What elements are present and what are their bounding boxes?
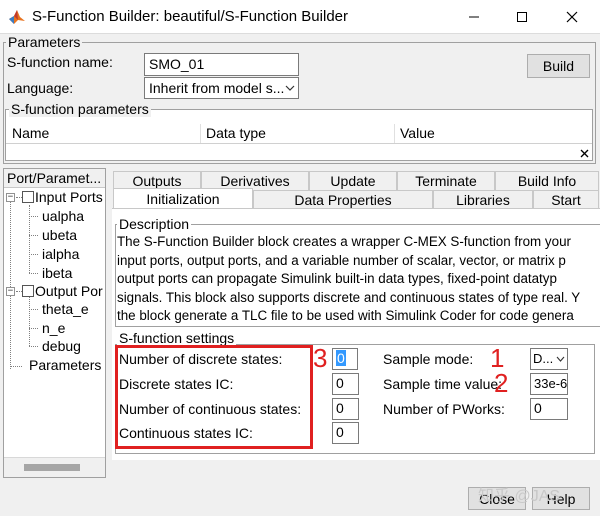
collapse-icon[interactable]: − <box>6 193 15 202</box>
tree-line <box>10 366 22 367</box>
language-select[interactable]: Inherit from model s... <box>144 77 299 99</box>
chevron-down-icon <box>285 85 295 91</box>
port-panel-header: Port/Paramet... <box>4 169 105 188</box>
tab-start[interactable]: Start <box>533 190 599 209</box>
tab-terminate[interactable]: Terminate <box>397 171 495 190</box>
port-panel-title: Port/Paramet... <box>7 170 102 186</box>
build-button[interactable]: Build <box>527 54 590 78</box>
tree-item-output-port[interactable]: theta_e <box>42 300 89 318</box>
remove-icon[interactable] <box>580 149 589 158</box>
sfunction-name-input[interactable]: SMO_01 <box>144 53 299 76</box>
tree-line <box>29 235 38 236</box>
tab-data-properties[interactable]: Data Properties <box>253 190 433 209</box>
matlab-logo-icon <box>9 10 25 24</box>
maximize-icon <box>517 12 527 22</box>
num-discrete-states-value: 0 <box>336 350 346 366</box>
sample-mode-label: Sample mode: <box>383 351 474 367</box>
annotation-box <box>115 345 313 449</box>
tree-item-output-port[interactable]: n_e <box>42 319 65 337</box>
column-header-value[interactable]: Value <box>400 125 435 142</box>
description-line: input ports, output ports, and a variabl… <box>117 252 566 268</box>
tree-line <box>29 328 38 329</box>
minimize-icon <box>469 16 479 18</box>
tab-update[interactable]: Update <box>309 171 397 190</box>
tree-item-input-port[interactable]: ualpha <box>42 207 84 225</box>
description-line: The S-Function Builder block creates a w… <box>117 234 571 249</box>
tree-item-input-port[interactable]: ubeta <box>42 226 77 244</box>
tree-item-output-ports[interactable]: Output Por <box>35 282 103 300</box>
tab-strip: Outputs Derivatives Update Terminate Bui… <box>110 168 600 209</box>
num-discrete-states-input[interactable]: 0 <box>332 348 358 370</box>
chevron-down-icon <box>556 356 565 362</box>
discrete-states-ic-input[interactable]: 0 <box>332 373 359 395</box>
sample-time-input[interactable]: 33e-6 <box>530 373 568 395</box>
sfunction-parameters-legend: S-function parameters <box>9 101 151 117</box>
maximize-button[interactable] <box>502 4 542 30</box>
tab-build-info[interactable]: Build Info <box>495 171 599 190</box>
column-divider <box>200 124 201 143</box>
tree-line <box>29 346 38 347</box>
tree-item-input-port[interactable]: ibeta <box>42 264 72 282</box>
close-window-button[interactable] <box>552 4 592 30</box>
table-header: Name Data type Value <box>6 124 592 144</box>
output-ports-icon <box>22 285 34 297</box>
language-select-value: Inherit from model s... <box>149 80 285 96</box>
tree-line <box>29 309 38 310</box>
annotation-number-3: 3 <box>313 343 328 373</box>
tab-libraries[interactable]: Libraries <box>433 190 533 209</box>
column-divider <box>394 124 395 143</box>
title-bar: S-Function Builder: beautiful/S-Function… <box>0 0 600 34</box>
continuous-states-ic-input[interactable]: 0 <box>332 422 359 444</box>
tree-item-output-port[interactable]: debug <box>42 337 81 355</box>
column-header-name[interactable]: Name <box>12 125 49 142</box>
sample-mode-value: D... <box>533 351 554 366</box>
scrollbar-thumb[interactable] <box>24 464 80 471</box>
tree-item-input-port[interactable]: ialpha <box>42 245 79 263</box>
tree-line <box>29 216 38 217</box>
description-line: output ports can propagate Simulink buil… <box>117 271 557 287</box>
input-ports-icon <box>22 191 34 203</box>
horizontal-scrollbar[interactable] <box>4 457 105 477</box>
window-title: S-Function Builder: beautiful/S-Function… <box>32 8 348 25</box>
language-label: Language: <box>7 80 74 96</box>
sfunction-settings-legend: S-function settings <box>117 330 237 346</box>
description-legend: Description <box>117 216 192 232</box>
parameters-legend: Parameters <box>6 34 83 50</box>
description-line: the block generate a TLC file to be used… <box>117 308 574 324</box>
sfunction-name-label: S-function name: <box>7 54 113 70</box>
num-continuous-states-input[interactable]: 0 <box>332 398 359 420</box>
num-pworks-input[interactable]: 0 <box>530 398 568 420</box>
tree-item-parameters[interactable]: Parameters <box>29 356 101 374</box>
tab-initialization[interactable]: Initialization <box>113 188 253 209</box>
tree-line <box>29 254 38 255</box>
tree-item-input-ports[interactable]: Input Ports <box>35 188 103 206</box>
description-text: The S-Function Builder block creates a w… <box>117 233 600 325</box>
description-line: signals. This block also supports discre… <box>117 289 581 305</box>
watermark: 知乎 @JAS <box>478 488 561 505</box>
close-icon <box>566 11 578 23</box>
tree-line <box>29 273 38 274</box>
port-parameter-panel: Port/Paramet... − Input Ports ualpha ube… <box>3 168 106 478</box>
collapse-icon[interactable]: − <box>6 287 15 296</box>
tab-page-initialization: Description The S-Function Builder block… <box>112 208 600 460</box>
num-pworks-label: Number of PWorks: <box>383 401 505 417</box>
column-header-data-type[interactable]: Data type <box>206 125 266 142</box>
annotation-number-2: 2 <box>494 368 509 398</box>
sample-mode-select[interactable]: D... <box>530 348 568 370</box>
minimize-button[interactable] <box>454 4 494 30</box>
tree-line <box>10 199 11 369</box>
sample-time-label: Sample time value: <box>383 376 503 392</box>
tree-line <box>29 297 30 346</box>
